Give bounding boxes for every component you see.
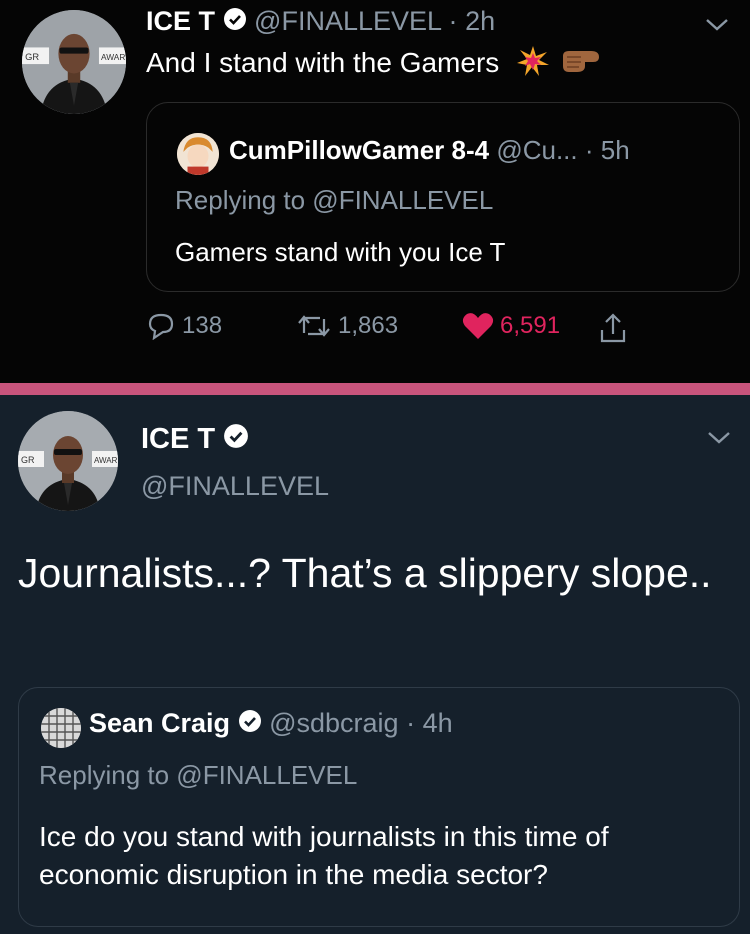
quoted-tweet-text: Ice do you stand with journalists in thi… — [39, 821, 609, 890]
quoted-tweet[interactable]: CumPillowGamer 8-4 @Cu... · 5h Replying … — [146, 102, 740, 292]
share-icon — [600, 313, 626, 343]
replying-to-label[interactable]: Replying to @FINALLEVEL — [39, 760, 357, 791]
quoted-tweet-time[interactable]: 4h — [423, 708, 453, 738]
separator-dot: · — [584, 135, 594, 165]
quoted-author-handle[interactable]: @sdbcraig — [269, 708, 398, 738]
svg-text:AWAR: AWAR — [101, 52, 125, 62]
separator-dot: · — [406, 708, 416, 738]
retweet-button[interactable]: 1,863 — [296, 312, 398, 340]
chevron-down-icon[interactable] — [706, 429, 732, 447]
ice-t-avatar[interactable]: GR AWAR — [22, 10, 126, 114]
verified-icon — [238, 709, 262, 740]
author-handle[interactable]: @FINALLEVEL — [141, 471, 329, 502]
svg-text:GR: GR — [21, 455, 35, 465]
retweet-icon — [298, 315, 330, 337]
reply-count: 138 — [182, 312, 223, 339]
replying-to-label[interactable]: Replying to @FINALLEVEL — [175, 185, 493, 216]
quoted-tweet-text: Gamers stand with you Ice T — [175, 237, 506, 267]
heart-icon — [462, 313, 494, 339]
share-button[interactable] — [598, 312, 628, 344]
author-name-text: ICE T — [141, 423, 216, 455]
author-handle[interactable]: @FINALLEVEL — [254, 6, 441, 36]
tweet-text: And I stand with the Gamers — [146, 46, 601, 83]
quoted-author-handle[interactable]: @Cu... — [496, 135, 577, 165]
top-tweet-header: ICE T @FINALLEVEL · 2h — [146, 6, 495, 38]
quoted-tweet-time[interactable]: 5h — [601, 135, 630, 165]
explosion-emoji-icon — [517, 46, 550, 83]
quoted-author-name[interactable]: CumPillowGamer 8-4 — [229, 135, 489, 165]
quoted-tweet-header: Sean Craig @sdbcraig · 4h — [89, 708, 453, 740]
svg-text:GR: GR — [25, 52, 39, 62]
author-name[interactable]: ICE T — [146, 6, 215, 36]
quoted-author-name[interactable]: Sean Craig — [89, 708, 230, 738]
tweet-text-content: And I stand with the Gamers — [146, 46, 500, 78]
quoted-author-avatar[interactable] — [177, 133, 219, 175]
verified-icon — [223, 7, 247, 38]
chevron-down-icon[interactable] — [704, 16, 730, 34]
tweet-actions: 138 1,863 6,591 — [146, 312, 666, 344]
top-tweet[interactable]: GR AWAR ICE T @FINALLEVEL · 2h And I sta… — [0, 0, 750, 383]
author-name[interactable]: ICE T — [141, 423, 249, 457]
pointing-fist-emoji-icon — [561, 48, 601, 81]
like-count: 6,591 — [500, 312, 561, 339]
screenshot-divider — [0, 383, 750, 395]
svg-text:AWAR: AWAR — [94, 456, 118, 465]
tweet-text: Journalists...? That’s a slippery slope.… — [18, 550, 712, 596]
bottom-tweet[interactable]: GR AWAR ICE T @FINALLEVEL Journalists...… — [0, 395, 750, 934]
quoted-tweet-header: CumPillowGamer 8-4 @Cu... · 5h — [229, 135, 630, 166]
verified-icon — [223, 423, 249, 457]
quoted-author-avatar[interactable] — [41, 708, 81, 748]
tweet-time[interactable]: 2h — [465, 6, 495, 36]
retweet-count: 1,863 — [338, 312, 399, 339]
quoted-tweet[interactable]: Sean Craig @sdbcraig · 4h Replying to @F… — [18, 687, 740, 927]
reply-button[interactable]: 138 — [146, 312, 222, 340]
ice-t-avatar[interactable]: GR AWAR — [18, 411, 118, 511]
like-button[interactable]: 6,591 — [462, 312, 560, 340]
separator-dot: · — [448, 6, 458, 36]
reply-icon — [148, 313, 174, 340]
